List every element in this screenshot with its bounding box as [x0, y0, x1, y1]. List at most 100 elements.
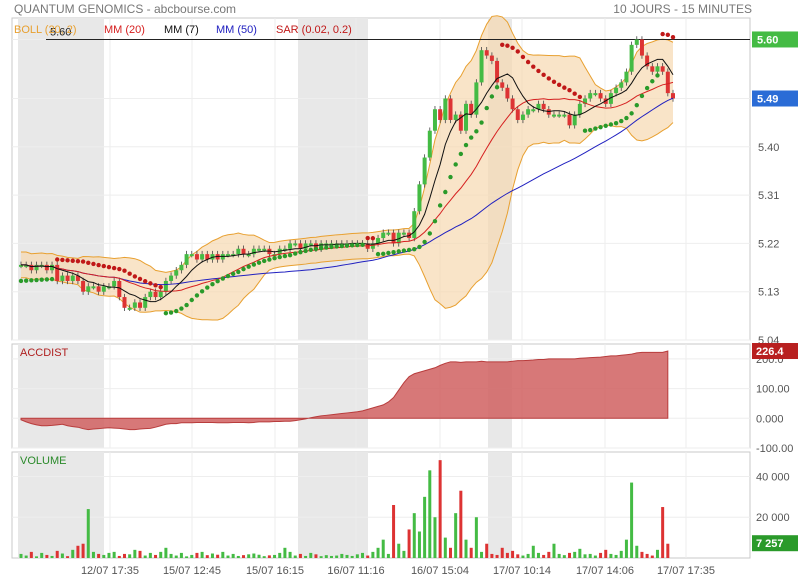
x-tick-label: 12/07 17:35 [81, 565, 139, 577]
sar-dot [111, 265, 117, 271]
candle [194, 254, 199, 260]
volume-bar [319, 556, 323, 558]
volume-bar [329, 555, 333, 558]
volume-bar [381, 539, 385, 558]
accdist-badge-label: 226.4 [756, 346, 784, 358]
volume-bar [459, 490, 463, 558]
candle [619, 82, 624, 88]
sar-dot [158, 284, 163, 290]
volume-badge-label: 7 257 [756, 538, 784, 550]
candle [112, 280, 117, 287]
volume-bar [55, 550, 59, 558]
candle [148, 291, 153, 298]
candle [464, 103, 469, 131]
sar-dot [148, 281, 153, 286]
candle [412, 211, 417, 239]
sar-dot [241, 266, 246, 272]
sar-dot [153, 283, 158, 288]
sar-dot [531, 64, 536, 69]
volume-bar [526, 553, 530, 558]
candle [262, 248, 267, 251]
sar-dot [448, 174, 453, 180]
volume-bar [454, 513, 458, 558]
sar-dot [122, 268, 127, 273]
volume-bar [511, 550, 515, 558]
sar-dot [567, 88, 572, 93]
volume-bar [350, 555, 354, 558]
volume-bar [490, 553, 494, 558]
volume-bar [257, 554, 261, 558]
candle [189, 254, 194, 257]
sar-dot [453, 162, 458, 167]
y-tick-label: 100.00 [756, 384, 790, 396]
volume-bar [283, 547, 287, 558]
volume-bar [650, 555, 654, 558]
volume-bar [298, 553, 302, 558]
sar-dot [639, 93, 645, 99]
volume-bar [500, 547, 504, 558]
sar-dot [598, 124, 603, 130]
sar-dot [179, 306, 184, 311]
volume-bar [91, 551, 95, 558]
volume-bar [71, 549, 75, 558]
volume-bar [267, 555, 271, 558]
volume-bar [159, 551, 163, 558]
session-band [298, 344, 368, 448]
volume-bar [216, 554, 220, 558]
volume-bar [536, 552, 540, 558]
volume-bar [593, 555, 597, 558]
volume-bar [547, 551, 551, 558]
volume-bar [624, 539, 628, 558]
volume-bar [599, 552, 603, 558]
sar-dot [608, 122, 614, 127]
candle [572, 114, 577, 126]
sar-dot [458, 151, 464, 157]
sar-dot [396, 249, 401, 254]
volume-bar [480, 551, 484, 558]
volume-bar [573, 551, 577, 558]
volume-bar [438, 460, 442, 558]
candle [671, 93, 675, 99]
volume-bar [133, 549, 137, 558]
candle [484, 50, 489, 56]
volume-bar [386, 553, 390, 558]
volume-bar [640, 551, 644, 558]
sar-dot [236, 269, 241, 275]
y-tick-label: 5.40 [758, 142, 779, 154]
legend-entry: MM (7) [164, 24, 199, 36]
volume-bar [66, 556, 70, 558]
sar-dot [101, 263, 106, 269]
y-tick-label: 5.22 [758, 238, 779, 250]
sar-dot [184, 302, 189, 308]
sar-dot [256, 260, 262, 265]
volume-bar [448, 547, 452, 558]
sar-dot [588, 127, 593, 133]
sar-dot [629, 111, 634, 116]
volume-bar [412, 513, 416, 558]
candle [163, 280, 168, 292]
volume-bar [542, 554, 546, 558]
volume-bar [102, 554, 106, 558]
sar-dot [91, 261, 96, 267]
volume-bar [552, 543, 556, 558]
candle [132, 302, 137, 308]
y-tick-label: 40 000 [756, 471, 790, 483]
sar-dot [525, 59, 531, 65]
candle [551, 114, 556, 117]
candle [629, 44, 634, 72]
candle [153, 291, 158, 298]
volume-bar [60, 553, 64, 558]
x-tick-label: 16/07 15:04 [411, 565, 469, 577]
candle [520, 114, 525, 120]
volume-bar [174, 555, 178, 558]
candle [438, 109, 443, 120]
sar-dot [551, 79, 557, 84]
sar-dot [650, 79, 655, 84]
volume-bar [371, 551, 375, 558]
volume-bar [293, 555, 297, 558]
volume-bar [661, 507, 665, 558]
session-band [18, 344, 104, 448]
volume-bar [464, 539, 468, 558]
sar-dot [23, 278, 29, 283]
sar-dot [427, 231, 432, 236]
